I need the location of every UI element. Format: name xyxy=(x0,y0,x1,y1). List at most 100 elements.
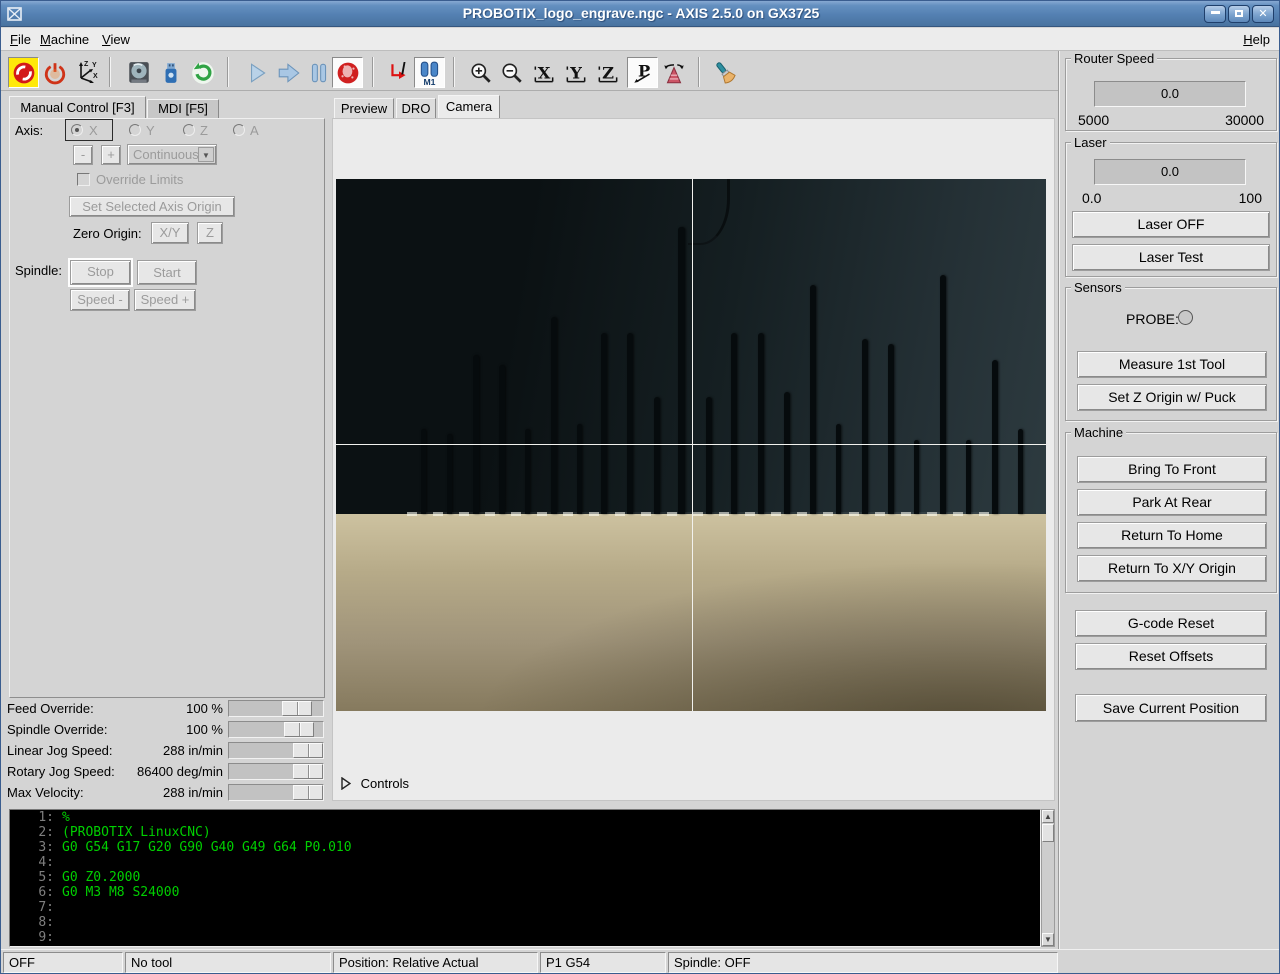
reset-offsets-button[interactable]: Reset Offsets xyxy=(1075,643,1267,670)
set-z-origin-puck-button[interactable]: Set Z Origin w/ Puck xyxy=(1077,384,1267,411)
gcode-line-number: 8: xyxy=(10,915,54,930)
slider-handle[interactable] xyxy=(293,764,323,779)
jog-plus-button[interactable]: + xyxy=(101,145,121,165)
rotary-jog-speed-label: Rotary Jog Speed: xyxy=(7,764,115,779)
menu-machine[interactable]: Machine xyxy=(35,31,94,48)
save-current-position-button[interactable]: Save Current Position xyxy=(1075,694,1267,722)
rotate-view-button[interactable] xyxy=(660,59,688,87)
estop-button[interactable] xyxy=(8,57,39,88)
axis-x-radio[interactable] xyxy=(71,124,83,136)
stop-program-button[interactable] xyxy=(332,57,363,88)
camera-view xyxy=(336,179,1046,711)
mdi-mode-button[interactable]: M1 xyxy=(414,57,445,88)
gcode-listing[interactable]: 1:%2:(PROBOTIX LinuxCNC)3:G0 G54 G17 G20… xyxy=(9,809,1041,947)
maximize-icon xyxy=(1235,10,1243,17)
rotary-jog-speed-row: Rotary Jog Speed: 86400 deg/min xyxy=(1,761,325,782)
close-button[interactable]: ✕ xyxy=(1252,5,1274,23)
axis-window: PROBOTIX_logo_engrave.ngc - AXIS 2.5.0 o… xyxy=(0,0,1280,974)
jog-increment-select[interactable]: Continuous ▼ xyxy=(127,144,217,165)
spindle-override-slider[interactable] xyxy=(228,721,324,738)
view-y-icon: Y xyxy=(563,60,589,86)
linear-jog-speed-slider[interactable] xyxy=(228,742,324,759)
step-program-button[interactable] xyxy=(275,59,303,87)
scroll-up-icon[interactable]: ▲ xyxy=(1042,810,1054,823)
set-axis-origin-button[interactable]: Set Selected Axis Origin xyxy=(69,196,235,217)
zoom-out-button[interactable] xyxy=(498,59,526,87)
jog-minus-button[interactable]: - xyxy=(73,145,93,165)
gcode-line: 2:(PROBOTIX LinuxCNC) xyxy=(10,825,1040,840)
run-from-line-button[interactable]: / xyxy=(385,59,413,87)
crosshair-vertical xyxy=(692,179,693,711)
gcode-reset-button[interactable]: G-code Reset xyxy=(1075,610,1267,637)
camera-controls-expander[interactable]: Controls xyxy=(340,776,409,794)
slider-handle[interactable] xyxy=(282,701,312,716)
status-coord-system: P1 G54 xyxy=(540,952,666,973)
tab-manual-control[interactable]: Manual Control [F3] xyxy=(9,96,146,118)
axis-z-radio[interactable] xyxy=(183,124,195,136)
scroll-down-icon[interactable]: ▼ xyxy=(1042,933,1054,946)
run-from-line-icon: / xyxy=(387,61,411,85)
zero-xy-button[interactable]: X/Y xyxy=(151,222,189,244)
view-x-button[interactable]: X xyxy=(530,59,558,87)
gcode-line-text: G0 Z0.2000 xyxy=(62,870,140,885)
spindle-start-button[interactable]: Start xyxy=(137,260,197,285)
view-perspective-button[interactable]: P xyxy=(627,57,658,88)
statusbar: OFF No tool Position: Relative Actual P1… xyxy=(1,949,1280,974)
stop-icon xyxy=(336,61,360,85)
reload-icon xyxy=(190,60,216,86)
tab-camera[interactable]: Camera xyxy=(438,95,500,118)
axis-a-radio[interactable] xyxy=(233,124,245,136)
spindle-override-value: 100 % xyxy=(186,722,223,737)
return-to-home-button[interactable]: Return To Home xyxy=(1077,522,1267,549)
slider-handle[interactable] xyxy=(293,743,323,758)
rotary-jog-speed-slider[interactable] xyxy=(228,763,324,780)
laser-test-button[interactable]: Laser Test xyxy=(1072,244,1270,271)
measure-first-tool-button[interactable]: Measure 1st Tool xyxy=(1077,351,1267,378)
open-file-button[interactable] xyxy=(125,59,153,87)
view-y-button[interactable]: Y xyxy=(562,59,590,87)
tab-preview[interactable]: Preview xyxy=(334,98,394,118)
slider-handle[interactable] xyxy=(293,785,323,800)
spindle-speed-plus-button[interactable]: Speed + xyxy=(134,289,196,311)
view-z-button[interactable]: Z xyxy=(594,59,622,87)
reload-file-button[interactable] xyxy=(189,59,217,87)
maximize-button[interactable] xyxy=(1228,5,1250,23)
feed-override-slider[interactable] xyxy=(228,700,324,717)
override-limits-checkbox[interactable] xyxy=(77,173,90,186)
menu-view[interactable]: View xyxy=(97,31,135,48)
run-program-button[interactable] xyxy=(243,59,271,87)
spindle-stop-button[interactable]: Stop xyxy=(70,260,131,285)
tab-mdi[interactable]: MDI [F5] xyxy=(147,99,219,118)
gcode-scrollbar[interactable]: ▲ ▼ xyxy=(1041,809,1055,947)
gcode-line: 4: xyxy=(10,855,1040,870)
titlebar[interactable]: PROBOTIX_logo_engrave.ngc - AXIS 2.5.0 o… xyxy=(1,1,1280,27)
pause-program-button[interactable] xyxy=(305,59,333,87)
clear-plot-button[interactable] xyxy=(711,59,739,87)
minimize-button[interactable] xyxy=(1204,5,1226,23)
zoom-in-button[interactable] xyxy=(467,59,495,87)
ruler-tick xyxy=(1018,429,1023,514)
scrollbar-thumb[interactable] xyxy=(1042,824,1054,842)
tab-dro[interactable]: DRO xyxy=(396,98,436,118)
gcode-line: 8: xyxy=(10,915,1040,930)
slider-handle[interactable] xyxy=(284,722,314,737)
reload-tool-table-button[interactable] xyxy=(157,59,185,87)
return-to-xy-origin-button[interactable]: Return To X/Y Origin xyxy=(1077,555,1267,582)
gcode-line: 1:% xyxy=(10,810,1040,825)
spindle-speed-minus-button[interactable]: Speed - xyxy=(70,289,130,311)
usb-drive-icon xyxy=(159,61,183,85)
axis-y-radio[interactable] xyxy=(129,124,141,136)
sensors-title: Sensors xyxy=(1071,280,1125,295)
zero-z-button[interactable]: Z xyxy=(197,222,223,244)
bring-to-front-button[interactable]: Bring To Front xyxy=(1077,456,1267,483)
machine-power-button[interactable] xyxy=(41,59,69,87)
home-axes-button[interactable]: Z Y X xyxy=(71,59,99,87)
park-at-rear-button[interactable]: Park At Rear xyxy=(1077,489,1267,516)
pause-icon xyxy=(307,61,331,85)
max-velocity-slider[interactable] xyxy=(228,784,324,801)
ruler-tick xyxy=(499,365,505,514)
menu-help[interactable]: Help xyxy=(1238,31,1275,48)
menu-file[interactable]: File xyxy=(5,31,36,48)
laser-off-button[interactable]: Laser OFF xyxy=(1072,211,1270,238)
svg-text:X: X xyxy=(538,63,551,82)
